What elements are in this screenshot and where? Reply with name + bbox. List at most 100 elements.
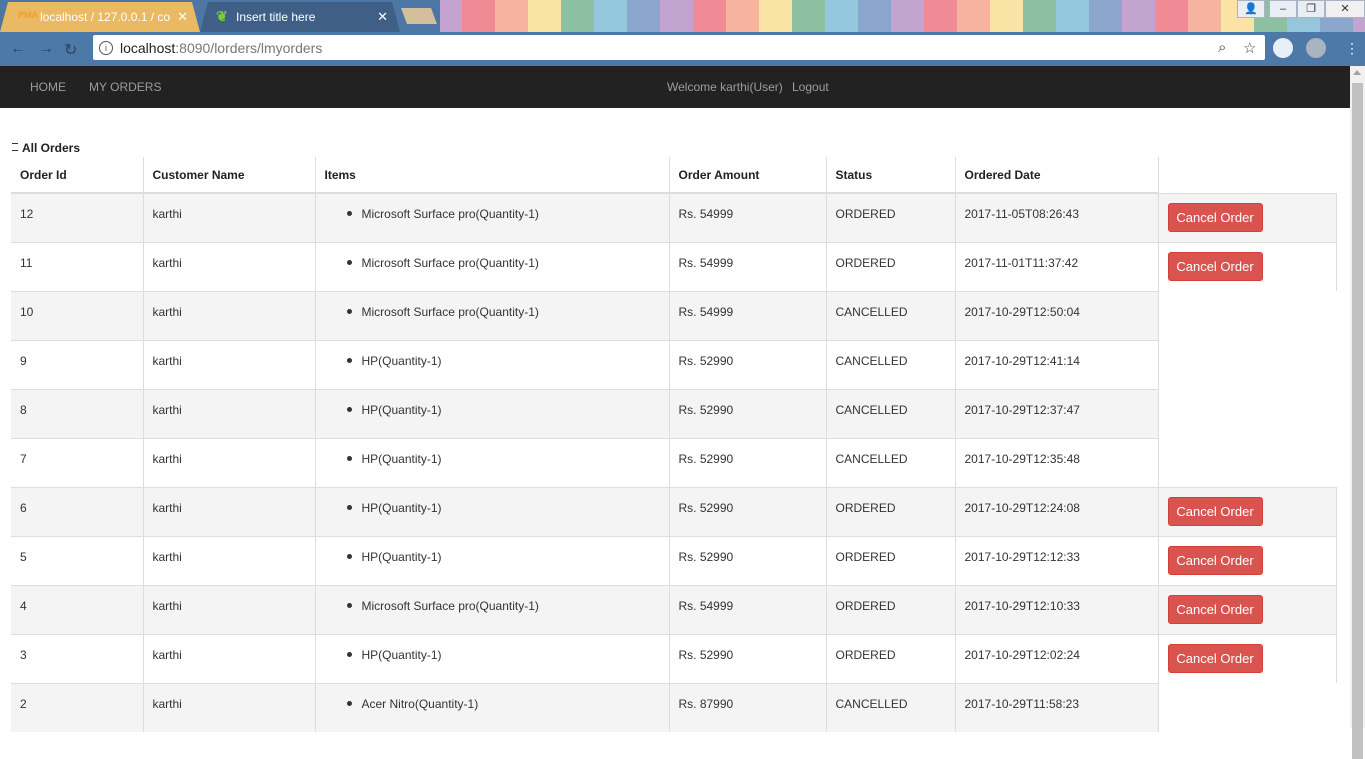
cell-order-id: 10 (11, 290, 144, 340)
cell-action-empty (1158, 389, 1336, 438)
url-path: :8090/lorders/lmyorders (175, 39, 323, 56)
cancel-order-button[interactable]: Cancel Order (1167, 496, 1263, 526)
profile-icon[interactable]: 👤 (1237, 0, 1265, 18)
cell-ordered-date: 2017-10-29T12:37:47 (955, 388, 1159, 438)
cancel-order-button[interactable]: Cancel Order (1167, 251, 1263, 281)
cancel-order-button[interactable]: Cancel Order (1167, 545, 1263, 575)
tab-title: Insert title here (236, 10, 316, 24)
caption-icon (12, 143, 18, 151)
leaf-icon: ❦ (216, 8, 228, 24)
cell-order-id: 6 (11, 486, 144, 536)
cell-ordered-date: 2017-10-29T12:50:04 (955, 290, 1159, 340)
reload-icon[interactable]: ↻ (64, 40, 77, 60)
bullet-icon (346, 504, 352, 510)
cancel-order-button[interactable]: Cancel Order (1167, 594, 1263, 624)
address-bar[interactable]: i localhost:8090/lorders/lmyorders ⌕ ☆ (93, 35, 1265, 60)
zoom-icon[interactable]: ⌕ (1218, 39, 1226, 56)
scrollbar-thumb[interactable] (1352, 83, 1363, 759)
cell-status: ORDERED (826, 486, 956, 536)
cell-ordered-date: 2017-10-29T11:58:23 (955, 682, 1159, 732)
cell-items: Microsoft Surface pro(Quantity-1) (315, 290, 670, 340)
cell-order-amount: Rs. 52990 (669, 339, 827, 389)
window-close-icon[interactable]: ✕ (1325, 0, 1365, 18)
extension-icon[interactable] (1306, 38, 1326, 58)
cell-order-id: 5 (11, 535, 144, 585)
cell-items: HP(Quantity-1) (315, 633, 670, 683)
restore-icon[interactable]: ❐ (1297, 0, 1325, 18)
page-scrollbar[interactable] (1350, 66, 1365, 759)
table-row: 7 karthi HP(Quantity-1) Rs. 52990 CANCELLED 2… (11, 437, 1336, 487)
table-row: 12 karthi Microsoft Surface pro(Quantity-1… (11, 192, 1337, 242)
cancel-order-button[interactable]: Cancel Order (1167, 643, 1263, 673)
cell-ordered-date: 2017-10-29T12:12:33 (955, 535, 1159, 585)
cell-customer-name: karthi (143, 388, 316, 438)
cell-status: CANCELLED (826, 437, 956, 487)
cell-order-id: 7 (11, 437, 144, 487)
cell-customer-name: karthi (143, 437, 316, 487)
bullet-icon (346, 455, 352, 461)
welcome-text: Welcome karthi(User) (667, 80, 783, 94)
bookmark-star-icon[interactable]: ☆ (1243, 39, 1256, 57)
info-icon[interactable]: i (99, 40, 113, 55)
table-row: 8 karthi HP(Quantity-1) Rs. 52990 CANCELLED 2… (11, 388, 1336, 438)
item-label: Acer Nitro(Quantity-1) (361, 696, 479, 711)
cell-order-amount: Rs. 52990 (669, 486, 827, 536)
menu-icon[interactable]: ⋮ (1345, 40, 1359, 57)
table-row: 11 karthi Microsoft Surface pro(Quantity-1… (11, 241, 1337, 291)
scroll-up-arrow-icon[interactable] (1353, 70, 1361, 75)
table-header-row: Order Id Customer Name Items Order Amoun… (11, 157, 1336, 194)
bullet-icon (346, 211, 352, 217)
cell-order-amount: Rs. 52990 (669, 633, 827, 683)
bullet-icon (346, 700, 352, 706)
cell-action-empty (1158, 340, 1336, 389)
cell-customer-name: karthi (143, 682, 316, 732)
item-label: HP(Quantity-1) (361, 549, 442, 564)
cell-ordered-date: 2017-10-29T12:10:33 (955, 584, 1159, 634)
nav-home-link[interactable]: HOME (30, 80, 66, 94)
cell-order-id: 9 (11, 339, 144, 389)
bullet-icon (346, 651, 352, 657)
cell-order-amount: Rs. 52990 (669, 437, 827, 487)
bullet-icon (346, 308, 352, 314)
cell-order-id: 3 (11, 633, 144, 683)
cell-customer-name: karthi (143, 535, 316, 585)
cell-items: Microsoft Surface pro(Quantity-1) (315, 584, 670, 634)
browser-tab-active[interactable]: ❦ Insert title here ✕ (200, 2, 400, 32)
browser-tab-phpmyadmin[interactable]: PMA localhost / 127.0.0.1 / co ✕ (0, 2, 200, 32)
pma-icon: PMA (18, 10, 38, 20)
extension-icon[interactable] (1273, 38, 1293, 58)
close-icon[interactable]: ✕ (177, 9, 188, 25)
logout-link[interactable]: Logout (792, 80, 829, 94)
cell-items: HP(Quantity-1) (315, 339, 670, 389)
cell-ordered-date: 2017-10-29T12:41:14 (955, 339, 1159, 389)
cell-status: ORDERED (826, 584, 956, 634)
cell-customer-name: karthi (143, 633, 316, 683)
item-label: HP(Quantity-1) (361, 500, 442, 515)
cell-order-id: 12 (11, 192, 144, 242)
close-icon[interactable]: ✕ (377, 9, 388, 25)
nav-my-orders-link[interactable]: MY ORDERS (89, 80, 161, 94)
cell-action: Cancel Order (1158, 535, 1337, 585)
table-row: 9 karthi HP(Quantity-1) Rs. 52990 CANCELLED 2… (11, 339, 1336, 389)
cell-ordered-date: 2017-10-29T12:35:48 (955, 437, 1159, 487)
cell-order-amount: Rs. 54999 (669, 241, 827, 291)
cell-status: CANCELLED (826, 682, 956, 732)
new-tab-button[interactable] (401, 8, 437, 24)
forward-arrow-icon[interactable]: → (38, 40, 54, 58)
minimize-icon[interactable]: – (1269, 0, 1297, 18)
cell-order-id: 8 (11, 388, 144, 438)
table-row: 4 karthi Microsoft Surface pro(Quantity-1)… (11, 584, 1337, 634)
item-label: HP(Quantity-1) (361, 402, 442, 417)
cell-customer-name: karthi (143, 290, 316, 340)
back-arrow-icon[interactable]: ← (10, 40, 26, 58)
cell-items: HP(Quantity-1) (315, 535, 670, 585)
cell-customer-name: karthi (143, 192, 316, 242)
col-header-customer-name: Customer Name (143, 157, 316, 194)
cancel-order-button[interactable]: Cancel Order (1167, 202, 1263, 232)
item-label: Microsoft Surface pro(Quantity-1) (361, 598, 539, 613)
col-header-order-amount: Order Amount (669, 157, 827, 194)
col-header-action (1158, 157, 1336, 193)
cell-order-amount: Rs. 54999 (669, 290, 827, 340)
cell-status: CANCELLED (826, 388, 956, 438)
cell-order-amount: Rs. 52990 (669, 388, 827, 438)
